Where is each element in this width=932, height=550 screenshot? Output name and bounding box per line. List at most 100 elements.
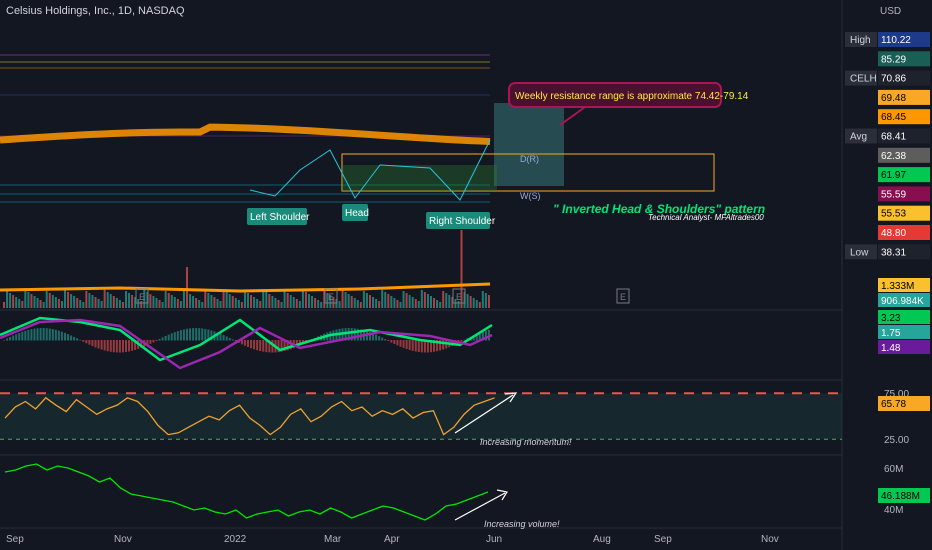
macd-histogram-bar [442,340,445,350]
obv-line [4,463,489,521]
volume-bar [274,298,277,308]
macd-histogram-bar [91,340,94,347]
macd-histogram-bar [30,329,33,341]
volume-bar [414,299,417,308]
volume-bar [173,297,176,308]
volume-bar [125,291,127,308]
macd-histogram-bar [70,335,73,341]
volume-bar [384,292,387,308]
volume-bar [201,302,204,308]
macd-histogram-bar [155,340,158,341]
volume-bar [286,293,289,308]
x-tick-label: Sep [6,534,24,545]
volume-bar [170,295,173,308]
macd-histogram-bar [57,330,60,341]
macd-histogram-bar [259,340,262,352]
volume-bar [103,290,106,308]
macd-histogram-bar [39,328,42,341]
macd-histogram-bar [73,336,76,341]
analyst-credit: Technical Analyst- MFAltrades00 [648,213,764,222]
volume-bar [469,296,472,308]
volume-bar [109,294,112,308]
macd-histogram-bar [54,329,57,341]
macd-histogram-bar [405,340,408,350]
volume-bar [256,299,259,308]
macd-histogram-bar [15,334,18,341]
price-value-text: 55.53 [881,209,906,220]
price-value-text: 55.59 [881,189,906,200]
volume-bar [399,302,402,308]
macd-histogram-bar [115,340,118,353]
pattern-label: Left Shoulder [250,212,310,223]
macd-histogram-bar [67,334,70,341]
chart-canvas[interactable]: USD120.00100.0090.0080.0070.0060.0050.00… [0,0,932,550]
volume-bar [51,295,54,308]
x-tick-label: Nov [761,534,779,545]
macd-histogram-bar [262,340,265,352]
macd-histogram-bar [250,340,253,349]
macd-histogram-bar [158,338,161,341]
volume-bar [140,301,143,308]
volume-bar [152,296,155,308]
earnings-marker: E [328,292,334,302]
macd-histogram-bar [79,339,82,341]
macd-histogram-bar [225,336,228,341]
volume-bar [234,298,237,308]
volume-bar [225,292,228,308]
macd-histogram-bar [131,340,134,351]
macd-histogram-bar [149,340,152,344]
volume-bar [402,291,405,308]
ema-long-band [0,123,491,145]
volume-bar [308,294,310,308]
volume-bar [411,297,414,308]
macd-histogram-bar [204,328,207,341]
volume-bar [48,293,51,308]
volume-bar [457,301,460,308]
volume-bar [24,290,27,308]
macd-histogram-bar [381,337,384,341]
volume-bar [3,302,5,308]
macd-histogram-bar [103,340,106,351]
macd-histogram-bar [420,340,423,353]
macd-histogram-bar [24,330,27,341]
volume-bar [158,300,161,308]
volume-bar [118,300,121,308]
volume-bar [240,302,243,308]
volume-bar [484,293,487,308]
volume-bar [18,299,21,308]
volume-bar [472,298,475,308]
macd-histogram-bar [100,340,103,350]
volume-bar [247,293,249,308]
volume-bar [106,292,109,308]
volume-bar [378,301,381,308]
volume-bar [73,296,76,308]
volume-bar [179,301,182,308]
volume-bar [198,300,201,308]
resistance-callout-text: Weekly resistance range is approximate 7… [515,91,749,102]
macd-histogram-bar [128,340,131,352]
macd-histogram-bar [396,340,399,346]
macd-histogram-bar [121,340,124,353]
macd-histogram-bar [375,334,378,341]
macd-histogram-bar [201,328,204,341]
earnings-marker: E [620,292,626,302]
volume-bar [420,290,423,308]
macd-histogram-bar [182,329,185,341]
neckline-zone [342,165,497,191]
volume-bar [33,296,36,308]
volume-bar [228,294,231,308]
macd-histogram-bar [414,340,417,352]
volume-bar [250,295,253,308]
rsi-tick-label: 25.00 [884,435,909,446]
macd-histogram-bar [3,340,5,341]
volume-bar [112,296,115,308]
macd-histogram-bar [82,340,85,342]
macd-value: 3.23 [881,313,901,324]
price-value-text: 85.29 [881,54,906,65]
earnings-marker: E [139,292,145,302]
volume-bar [195,298,198,308]
volume-bar [207,293,210,308]
volume-bar [356,300,359,308]
volume-bar [97,299,100,308]
volume-bar [182,290,185,308]
